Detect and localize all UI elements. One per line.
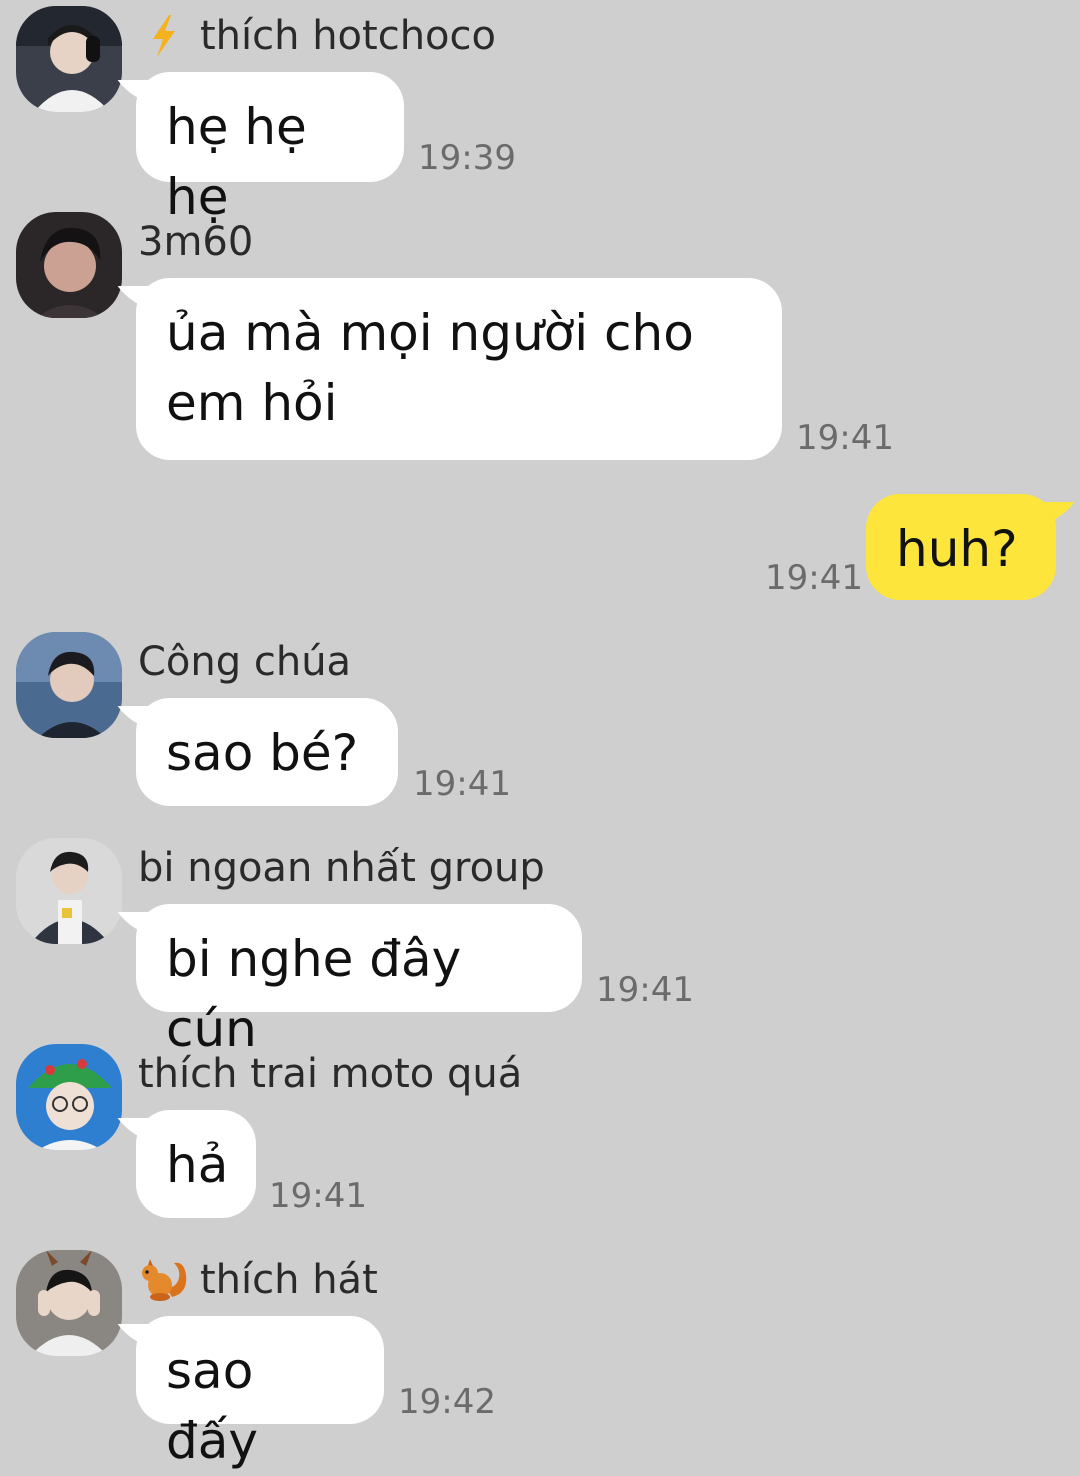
sender-label: 3m60 bbox=[138, 219, 254, 265]
avatar[interactable] bbox=[16, 212, 122, 318]
avatar-image bbox=[16, 6, 122, 112]
message-text: hẹ hẹ hẹ bbox=[166, 98, 307, 226]
message-time: 19:42 bbox=[398, 1382, 496, 1422]
sender-name: thích trai moto quá bbox=[138, 1048, 522, 1100]
message-text: sao bé? bbox=[166, 724, 359, 782]
avatar-image bbox=[16, 212, 122, 318]
message-text: bi nghe đây cún bbox=[166, 930, 462, 1058]
message-bubble[interactable]: hả bbox=[136, 1110, 256, 1218]
message-text: sao đấy bbox=[166, 1342, 258, 1470]
lightning-icon bbox=[138, 10, 190, 62]
avatar-image bbox=[16, 1044, 122, 1150]
message-time: 19:41 bbox=[765, 558, 863, 598]
message-bubble[interactable]: sao bé? bbox=[136, 698, 398, 806]
message-time: 19:41 bbox=[413, 764, 511, 804]
squirrel-icon bbox=[138, 1254, 190, 1306]
message-text: huh? bbox=[896, 520, 1018, 578]
message-time: 19:41 bbox=[269, 1176, 367, 1216]
sender-label: thích trai moto quá bbox=[138, 1051, 523, 1097]
sender-name: Công chúa bbox=[138, 636, 351, 688]
sender-label: thích hát bbox=[200, 1257, 378, 1303]
message-bubble[interactable]: sao đấy bbox=[136, 1316, 384, 1470]
avatar[interactable] bbox=[16, 838, 122, 944]
avatar[interactable] bbox=[16, 1250, 122, 1356]
sender-name: 3m60 bbox=[138, 216, 253, 268]
message-bubble[interactable]: huh? bbox=[866, 494, 1056, 600]
sender-name: thích hát bbox=[138, 1254, 378, 1306]
message-bubble[interactable]: hẹ hẹ hẹ bbox=[136, 72, 404, 226]
avatar[interactable] bbox=[16, 1044, 122, 1150]
message-text: hả bbox=[166, 1136, 229, 1194]
sender-label: thích hotchoco bbox=[200, 13, 496, 59]
message-bubble[interactable]: bi nghe đây cún bbox=[136, 904, 582, 1058]
avatar[interactable] bbox=[16, 6, 122, 112]
message-time: 19:41 bbox=[796, 418, 894, 458]
avatar-image bbox=[16, 1250, 122, 1356]
sender-name: bi ngoan nhất group bbox=[138, 842, 545, 894]
message-bubble[interactable]: ủa mà mọi người cho em hỏi bbox=[136, 278, 782, 460]
sender-label: bi ngoan nhất group bbox=[138, 845, 545, 891]
message-time: 19:41 bbox=[596, 970, 694, 1010]
message-time: 19:39 bbox=[418, 138, 516, 178]
message-text: ủa mà mọi người cho em hỏi bbox=[166, 304, 694, 432]
sender-label: Công chúa bbox=[138, 639, 352, 685]
avatar-image bbox=[16, 632, 122, 738]
avatar-image bbox=[16, 838, 122, 944]
avatar[interactable] bbox=[16, 632, 122, 738]
sender-name: thích hotchoco bbox=[138, 10, 496, 62]
